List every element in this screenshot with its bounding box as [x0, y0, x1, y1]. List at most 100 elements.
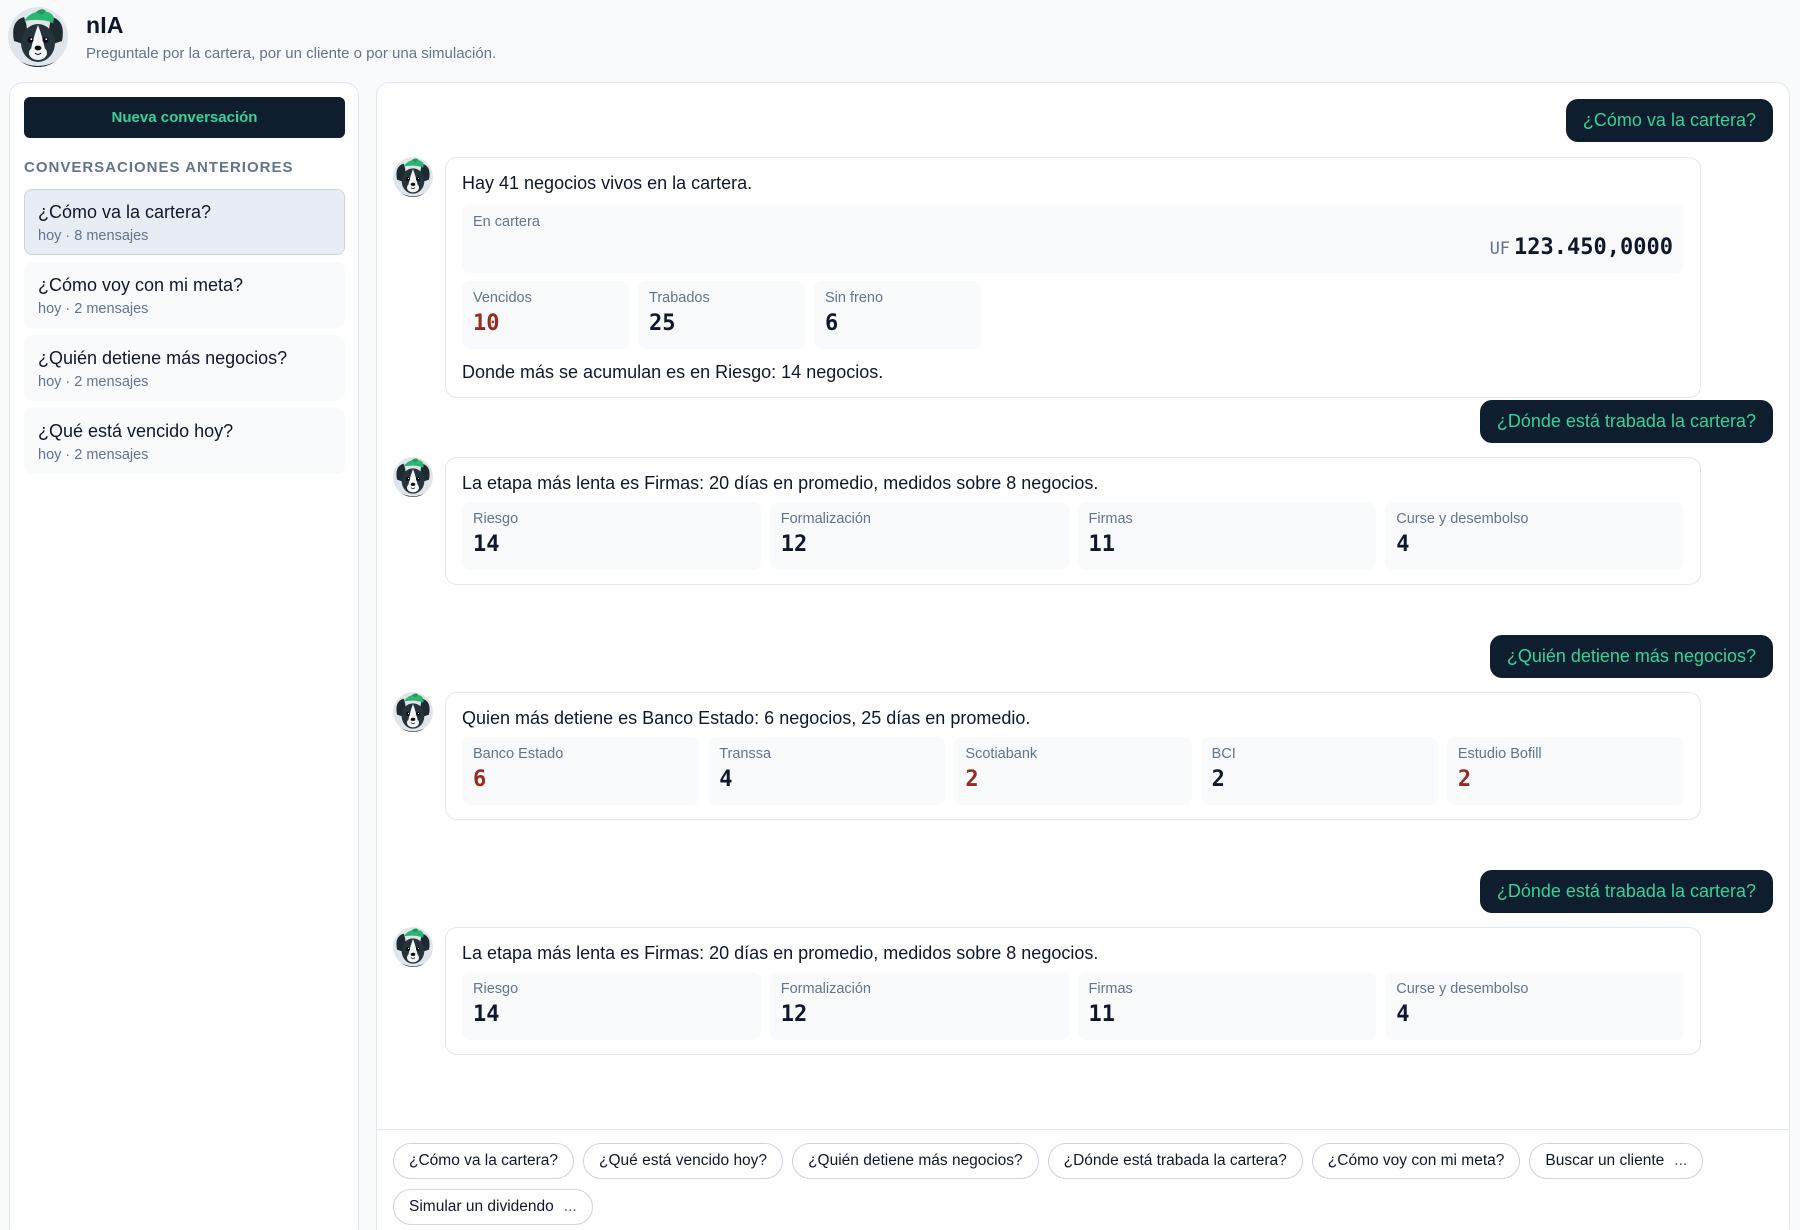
suggestion-chip[interactable]: ¿Cómo voy con mi meta?: [1311, 1143, 1521, 1179]
stat-card: Firmas 11: [1077, 502, 1377, 570]
conversation-item[interactable]: ¿Quién detiene más negocios? hoy · 2 mens…: [24, 335, 345, 401]
app-header: nIA Preguntale por la cartera, por un cl…: [8, 6, 496, 68]
stat-label: BCI: [1211, 746, 1236, 762]
amount-number: 123.450,0000: [1514, 235, 1673, 260]
assistant-card: Hay 41 negocios vivos en la cartera. En c…: [445, 157, 1701, 398]
suggestion-chip-label: Buscar un cliente: [1545, 1152, 1665, 1169]
suggestion-chip[interactable]: ¿Qué está vencido hoy?: [583, 1143, 784, 1179]
suggestion-chip-label: ¿Quién detiene más negocios?: [808, 1152, 1023, 1169]
conversation-title: ¿Cómo va la cartera?: [38, 202, 212, 222]
dog-avatar-icon: [8, 7, 68, 67]
stat-value: 11: [1088, 532, 1116, 557]
conversation-item[interactable]: ¿Qué está vencido hoy? hoy · 2 mensajes: [24, 408, 345, 474]
assistant-card: La etapa más lenta es Firmas: 20 días en…: [445, 927, 1701, 1055]
assistant-text: Hay 41 negocios vivos en la cartera.: [462, 173, 753, 193]
stat-card: Transsa 4: [708, 737, 946, 805]
app-title: nIA: [86, 12, 124, 38]
stat-label: Trabados: [649, 290, 710, 306]
conversation-meta: hoy · 2 mensajes: [38, 301, 149, 317]
assistant-text: La etapa más lenta es Firmas: 20 días en…: [462, 473, 1099, 493]
dog-avatar-icon: [393, 692, 433, 732]
dog-avatar-icon: [393, 457, 433, 497]
stat-label: Curse y desembolso: [1396, 511, 1529, 527]
stat-card: Sin freno 6: [814, 281, 981, 349]
suggestion-chip-label: ¿Cómo voy con mi meta?: [1327, 1152, 1505, 1169]
new-conversation-button[interactable]: Nueva conversación: [24, 97, 345, 138]
user-message-bubble: ¿Quién detiene más negocios?: [1489, 635, 1773, 678]
stat-value: 6: [473, 767, 487, 792]
stat-card: Vencidos 10: [462, 281, 629, 349]
dog-avatar-icon: [393, 927, 433, 967]
suggestion-chip[interactable]: ¿Dónde está trabada la cartera?: [1047, 1143, 1303, 1179]
conversation-title: ¿Cómo voy con mi meta?: [38, 275, 244, 295]
stat-value: 14: [473, 1002, 500, 1027]
stat-value: 12: [780, 1002, 808, 1027]
assistant-card: Quien más detiene es Banco Estado: 6 neg…: [445, 692, 1701, 820]
assistant-card: La etapa más lenta es Firmas: 20 días en…: [445, 457, 1701, 585]
previous-conversations-label: CONVERSACIONES ANTERIORES: [24, 159, 294, 176]
dog-avatar-icon: [393, 157, 433, 197]
conversation-list: ¿Cómo va la cartera? hoy · 8 mensajes ¿Cóm…: [24, 189, 345, 474]
stat-card: Riesgo 14: [462, 972, 761, 1040]
stat-card: Formalización 12: [769, 502, 1069, 570]
stat-value: 25: [649, 311, 676, 336]
user-message-bubble: ¿Dónde está trabada la cartera?: [1479, 870, 1773, 913]
stat-value: 2: [965, 767, 979, 792]
stat-value: 2: [1457, 767, 1472, 792]
stat-card: Firmas 11: [1077, 972, 1377, 1040]
stat-card: Formalización 12: [769, 972, 1069, 1040]
stat-value: 2: [1211, 767, 1225, 792]
suggestion-chip[interactable]: Simular un dividendo...: [393, 1189, 593, 1225]
stat-label: Sin freno: [825, 290, 884, 306]
suggestion-chip-label: ¿Dónde está trabada la cartera?: [1063, 1152, 1287, 1169]
stat-card: Scotiabank 2: [954, 737, 1192, 805]
stat-label: Vencidos: [473, 290, 532, 306]
stat-card: BCI 2: [1200, 737, 1438, 805]
suggestion-chip-label: ¿Qué está vencido hoy?: [599, 1152, 768, 1169]
chat-panel: ¿Cómo va la cartera? Hay 41 negocios vivo…: [376, 82, 1790, 1230]
stat-value: 12: [780, 532, 808, 557]
conversation-item[interactable]: ¿Cómo voy con mi meta? hoy · 2 mensajes: [24, 262, 345, 328]
conversation-meta: hoy · 8 mensajes: [38, 228, 149, 244]
stat-value: 11: [1088, 1002, 1116, 1027]
sidebar: Nueva conversación CONVERSACIONES ANTERI…: [9, 82, 359, 1230]
conversation-meta: hoy · 2 mensajes: [38, 374, 149, 390]
suggestion-chip[interactable]: Buscar un cliente...: [1529, 1143, 1704, 1179]
suggestion-chip-label: ¿Cómo va la cartera?: [409, 1152, 559, 1169]
suggestion-chip[interactable]: ¿Cómo va la cartera?: [393, 1143, 575, 1179]
conversation-title: ¿Qué está vencido hoy?: [38, 421, 234, 441]
amount-label: En cartera: [473, 214, 540, 230]
stat-label: Formalización: [780, 981, 871, 997]
stat-cards: Banco Estado 6 Transsa 4 Scotiabank 2 BCI 2 Estu…: [462, 737, 1685, 805]
stat-value: 14: [473, 532, 500, 557]
stat-cards: Vencidos 10 Trabados 25 Sin freno 6: [462, 281, 1684, 349]
user-message-bubble: ¿Cómo va la cartera?: [1565, 99, 1773, 142]
stat-value: 4: [719, 767, 733, 792]
portfolio-amount-box: En cartera UF 123.450,0000: [462, 204, 1684, 273]
user-message-bubble: ¿Dónde está trabada la cartera?: [1479, 400, 1773, 443]
stat-card: Trabados 25: [638, 281, 805, 349]
stat-cards: Riesgo 14 Formalización 12 Firmas 11 Curse y d…: [462, 502, 1684, 570]
stat-label: Riesgo: [473, 511, 519, 527]
stat-label: Banco Estado: [473, 746, 564, 762]
stat-label: Firmas: [1088, 511, 1133, 527]
amount-unit: UF: [1489, 239, 1511, 259]
stat-label: Estudio Bofill: [1457, 746, 1542, 762]
suggestion-chip[interactable]: ¿Quién detiene más negocios?: [792, 1143, 1039, 1179]
stat-label: Firmas: [1088, 981, 1133, 997]
stat-value: 4: [1396, 532, 1410, 557]
conversation-title: ¿Quién detiene más negocios?: [38, 348, 288, 368]
ellipsis-icon: ...: [563, 1198, 577, 1215]
stat-card: Curse y desembolso 4: [1385, 502, 1684, 570]
stat-label: Transsa: [719, 746, 772, 762]
chat-thread: ¿Cómo va la cartera? Hay 41 negocios vivo…: [377, 83, 1789, 1128]
stat-value: 4: [1396, 1002, 1410, 1027]
suggestion-chip-label: Simular un dividendo: [409, 1198, 554, 1215]
stat-value: 6: [825, 311, 839, 336]
assistant-text: Quien más detiene es Banco Estado: 6 neg…: [462, 708, 1031, 728]
app-subtitle: Preguntale por la cartera, por un client…: [86, 45, 497, 62]
stat-card: Banco Estado 6: [462, 737, 700, 805]
stat-label: Scotiabank: [965, 746, 1038, 762]
stat-label: Riesgo: [473, 981, 519, 997]
conversation-item[interactable]: ¿Cómo va la cartera? hoy · 8 mensajes: [24, 189, 345, 255]
